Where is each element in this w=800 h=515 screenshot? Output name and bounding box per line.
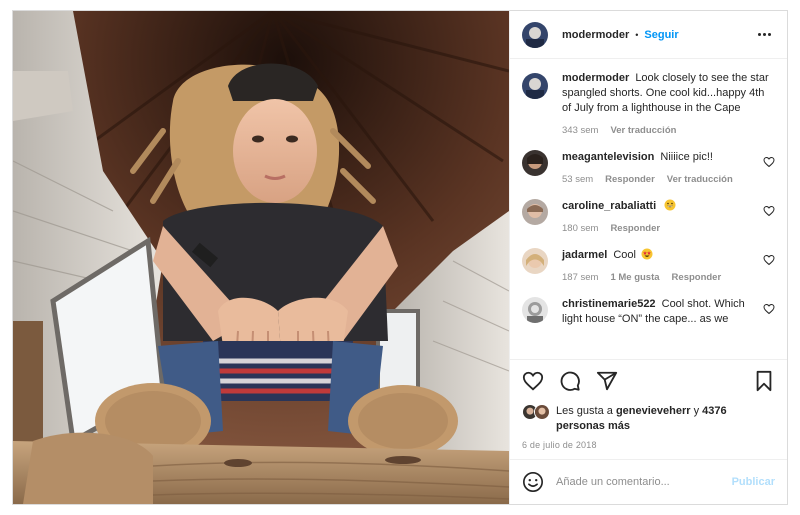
post-caption: modermoder Look closely to see the star … <box>522 71 775 138</box>
commenter-avatar-image <box>522 297 548 323</box>
post-side-panel: modermoder • Seguir modermoder Look clos… <box>509 11 787 504</box>
grinning-face-emoji-image <box>664 199 676 211</box>
likers-avatars[interactable] <box>522 404 552 420</box>
heart-outline-icon <box>763 205 775 217</box>
comment-item: caroline_rabaliatti 180 sem Responder <box>522 199 775 236</box>
comment-item: christinemarie522 Cool shot. Which light… <box>522 297 775 327</box>
comment-like-heart-icon[interactable] <box>763 303 775 315</box>
comments-list[interactable]: modermoder Look closely to see the star … <box>510 59 787 359</box>
author-avatar[interactable] <box>522 21 548 48</box>
smiley-icon[interactable] <box>522 471 544 493</box>
comment-body: jadarmel Cool 187 sem 1 Me gusta Respond… <box>562 248 775 285</box>
likes-conjunction: y <box>693 405 700 417</box>
comment-body: meagantelevision Niiiice pic!! 53 sem Re… <box>562 150 775 187</box>
publish-button[interactable]: Publicar <box>732 476 775 488</box>
post-footer: Les gusta a genevieveherr y 4376 persona… <box>510 359 787 450</box>
comment-text: Niiiice pic!! <box>660 151 713 163</box>
reply-button[interactable]: Responder <box>605 172 655 187</box>
commenter-avatar-image <box>522 199 548 225</box>
likes-prefix: Les gusta a <box>556 405 613 417</box>
likes-text: Les gusta a genevieveherr y 4376 persona… <box>556 404 775 434</box>
bookmark-icon-shape <box>756 370 772 392</box>
caption-body: modermoder Look closely to see the star … <box>562 71 775 138</box>
post-date[interactable]: 6 de julio de 2018 <box>522 440 775 450</box>
comment-body: caroline_rabaliatti 180 sem Responder <box>562 199 775 236</box>
comment-item: meagantelevision Niiiice pic!! 53 sem Re… <box>522 150 775 187</box>
comment-username[interactable]: christinemarie522 <box>562 298 656 310</box>
comment-like-heart-icon[interactable] <box>763 156 775 168</box>
comment-item: jadarmel Cool 187 sem 1 Me gusta Respond… <box>522 248 775 285</box>
commenter-avatar[interactable] <box>522 199 548 225</box>
more-horizontal-icon[interactable] <box>753 27 775 43</box>
caption-avatar[interactable] <box>522 73 548 99</box>
heart-outline-icon <box>763 156 775 168</box>
smiley-icon-shape <box>523 472 543 492</box>
comment-like-heart-icon[interactable] <box>763 205 775 217</box>
comment-like-heart-icon[interactable] <box>763 254 775 266</box>
heart-icon-shape <box>522 371 544 391</box>
comment-likes-count[interactable]: 1 Me gusta <box>610 270 659 285</box>
caption-translate-link[interactable]: Ver traducción <box>610 123 676 138</box>
commenter-avatar-image <box>522 248 548 274</box>
comment-meta: 187 sem 1 Me gusta Responder <box>562 270 755 285</box>
liker-avatar-image <box>535 405 549 419</box>
header-separator: • <box>635 29 639 40</box>
commenter-avatar[interactable] <box>522 297 548 323</box>
likes-summary: Les gusta a genevieveherr y 4376 persona… <box>522 404 775 434</box>
caption-meta: 343 sem Ver traducción <box>562 123 775 138</box>
caption-username[interactable]: modermoder <box>562 72 629 84</box>
commenter-avatar[interactable] <box>522 150 548 176</box>
comment-meta: 53 sem Responder Ver traducción <box>562 172 755 187</box>
photo-illustration <box>13 11 509 504</box>
comment-input[interactable] <box>556 476 732 488</box>
post-modal: modermoder • Seguir modermoder Look clos… <box>12 10 788 505</box>
star-struck-emoji-image <box>641 248 653 260</box>
comment-age[interactable]: 187 sem <box>562 270 598 285</box>
comment-icon-shape <box>560 371 580 391</box>
author-avatar-image <box>522 21 548 48</box>
post-header: modermoder • Seguir <box>510 11 787 59</box>
follow-button[interactable]: Seguir <box>644 29 678 41</box>
comment-username[interactable]: jadarmel <box>562 249 607 261</box>
commenter-avatar[interactable] <box>522 248 548 274</box>
share-icon[interactable] <box>596 370 618 392</box>
liker-avatar <box>534 404 550 420</box>
comment-icon[interactable] <box>559 370 581 392</box>
comment-translate-link[interactable]: Ver traducción <box>667 172 733 187</box>
star-struck-emoji-icon <box>641 248 653 260</box>
action-bar <box>522 360 775 402</box>
heart-icon[interactable] <box>522 370 544 392</box>
heart-outline-icon <box>763 303 775 315</box>
comment-meta: 180 sem Responder <box>562 221 755 236</box>
comment-text: Cool <box>613 249 636 261</box>
bookmark-icon[interactable] <box>753 370 775 392</box>
comment-age[interactable]: 180 sem <box>562 221 598 236</box>
comment-body: christinemarie522 Cool shot. Which light… <box>562 297 775 327</box>
caption-avatar-image <box>522 73 548 99</box>
post-photo[interactable] <box>13 11 509 504</box>
caption-age[interactable]: 343 sem <box>562 123 598 138</box>
liker-username[interactable]: genevieveherr <box>616 405 691 417</box>
commenter-avatar-image <box>522 150 548 176</box>
comment-age[interactable]: 53 sem <box>562 172 593 187</box>
share-icon-shape <box>596 371 618 391</box>
reply-button[interactable]: Responder <box>672 270 722 285</box>
author-username[interactable]: modermoder <box>562 29 629 41</box>
comment-username[interactable]: meagantelevision <box>562 151 654 163</box>
add-comment-bar: Publicar <box>510 459 787 504</box>
grinning-face-emoji-icon <box>664 199 676 211</box>
heart-outline-icon <box>763 254 775 266</box>
reply-button[interactable]: Responder <box>610 221 660 236</box>
comment-username[interactable]: caroline_rabaliatti <box>562 200 656 212</box>
